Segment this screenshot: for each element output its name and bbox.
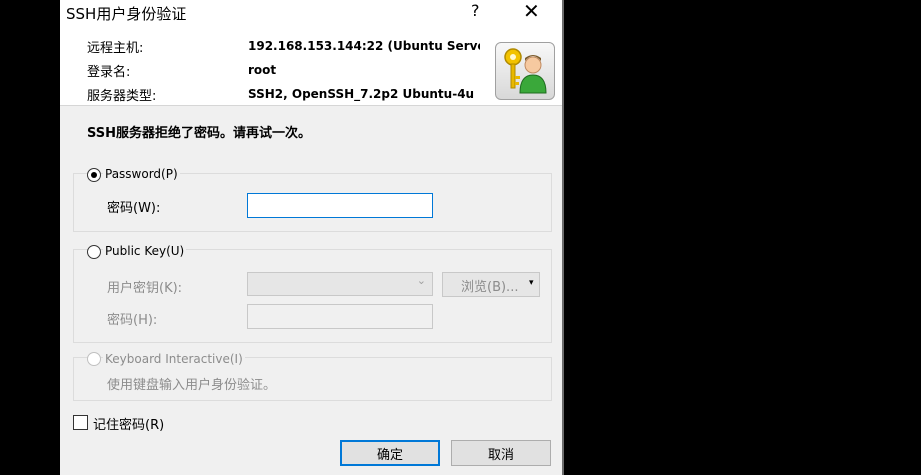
passphrase-input[interactable] <box>247 304 433 329</box>
password-radio-label[interactable]: Password(P) <box>103 167 180 181</box>
password-input[interactable] <box>247 193 433 218</box>
keyboard-radio[interactable] <box>87 352 101 366</box>
server-type-label: 服务器类型: <box>87 89 157 104</box>
server-type-value: SSH2, OpenSSH_7.2p2 Ubuntu-4ubu <box>248 87 474 101</box>
browse-button[interactable]: 浏览(B)... ▾ <box>442 272 540 297</box>
host-label: 远程主机: <box>87 41 144 56</box>
window-right-edge <box>562 0 564 475</box>
login-label: 登录名: <box>87 65 131 80</box>
cancel-label: 取消 <box>487 447 514 463</box>
publickey-radio-label[interactable]: Public Key(U) <box>103 244 187 258</box>
ssh-auth-dialog: SSH用户身份验证 ? ✕ 远程主机: 192.168.153.144:22 (… <box>60 0 562 475</box>
user-key-label: 用户密钥(K): <box>107 281 183 296</box>
key-user-icon <box>495 42 555 100</box>
user-key-select[interactable]: ⌄ <box>247 272 433 296</box>
help-icon[interactable]: ? <box>471 1 480 20</box>
ok-label: 确定 <box>376 447 403 463</box>
title-bar: SSH用户身份验证 ? ✕ <box>60 0 562 24</box>
passphrase-label: 密码(H): <box>107 313 158 328</box>
remember-label[interactable]: 记住密码(R) <box>93 414 164 433</box>
chevron-down-icon: ⌄ <box>416 274 426 287</box>
header-separator <box>60 105 562 106</box>
cancel-button[interactable]: 取消 <box>451 440 551 466</box>
connection-info: 远程主机: 192.168.153.144:22 (Ubuntu Server … <box>60 24 562 105</box>
ok-button[interactable]: 确定 <box>340 440 440 466</box>
window-title: SSH用户身份验证 <box>66 5 187 23</box>
password-radio[interactable] <box>87 168 101 182</box>
auth-error-message: SSH服务器拒绝了密码。请再试一次。 <box>87 126 312 141</box>
password-field-label: 密码(W): <box>107 201 161 216</box>
keyboard-radio-label[interactable]: Keyboard Interactive(I) <box>103 352 245 366</box>
remember-checkbox[interactable] <box>73 415 88 430</box>
host-value: 192.168.153.144:22 (Ubuntu Server <box>248 39 480 53</box>
keyboard-hint: 使用键盘输入用户身份验证。 <box>107 378 277 393</box>
dropdown-arrow-icon: ▾ <box>529 278 534 288</box>
browse-label: 浏览(B)... <box>461 280 519 295</box>
login-value: root <box>248 63 277 77</box>
publickey-radio[interactable] <box>87 245 101 259</box>
close-icon[interactable]: ✕ <box>523 0 540 23</box>
